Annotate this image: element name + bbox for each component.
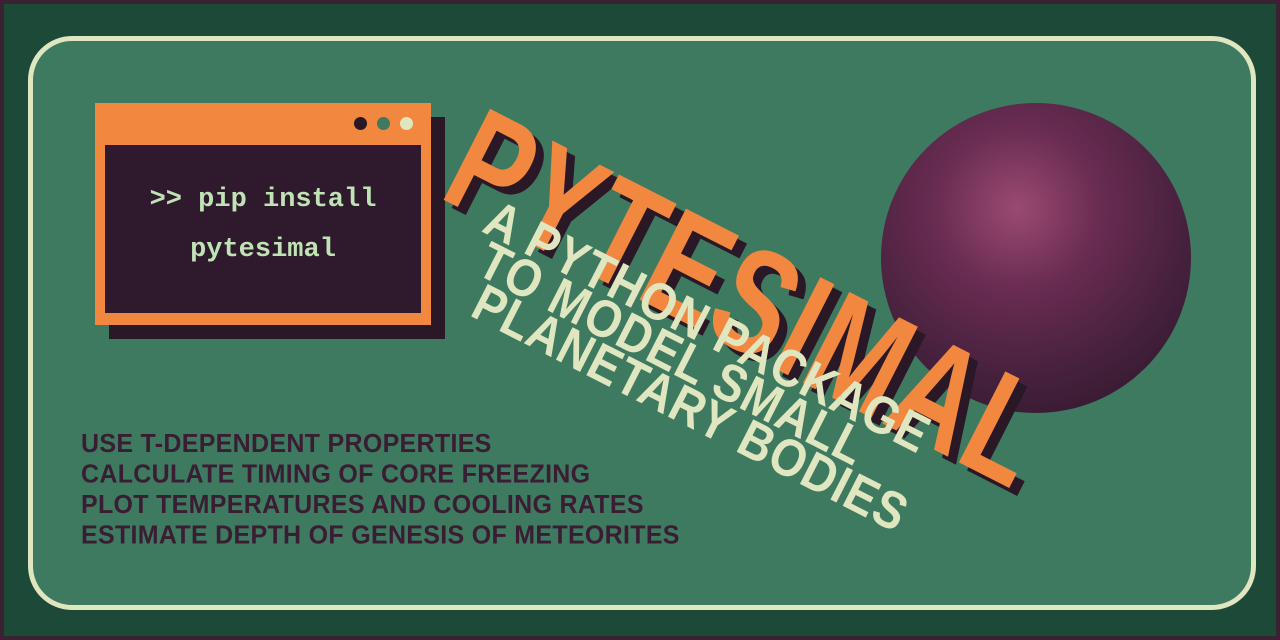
terminal-command-line: >> pip install [149, 185, 377, 215]
terminal-body: >> pip install pytesimal [105, 145, 421, 313]
banner-panel: >> pip install pytesimal PYTESIMAL PYTES… [28, 36, 1256, 610]
feature-item: PLOT TEMPERATURES AND COOLING RATES [81, 489, 644, 520]
feature-item: CALCULATE TIMING OF CORE FREEZING [81, 459, 591, 489]
feature-item: ESTIMATE DEPTH OF GENESIS OF METEORITES [81, 520, 680, 550]
terminal-window: >> pip install pytesimal [95, 103, 431, 325]
window-dot-icon [400, 117, 413, 130]
window-dot-icon [377, 117, 390, 130]
window-controls [354, 117, 413, 130]
feature-item: USE T-DEPENDENT PROPERTIES [81, 429, 492, 459]
feature-list: USE T-DEPENDENT PROPERTIES CALCULATE TIM… [81, 429, 680, 551]
window-dot-icon [354, 117, 367, 130]
terminal-command-package: pytesimal [190, 235, 336, 265]
